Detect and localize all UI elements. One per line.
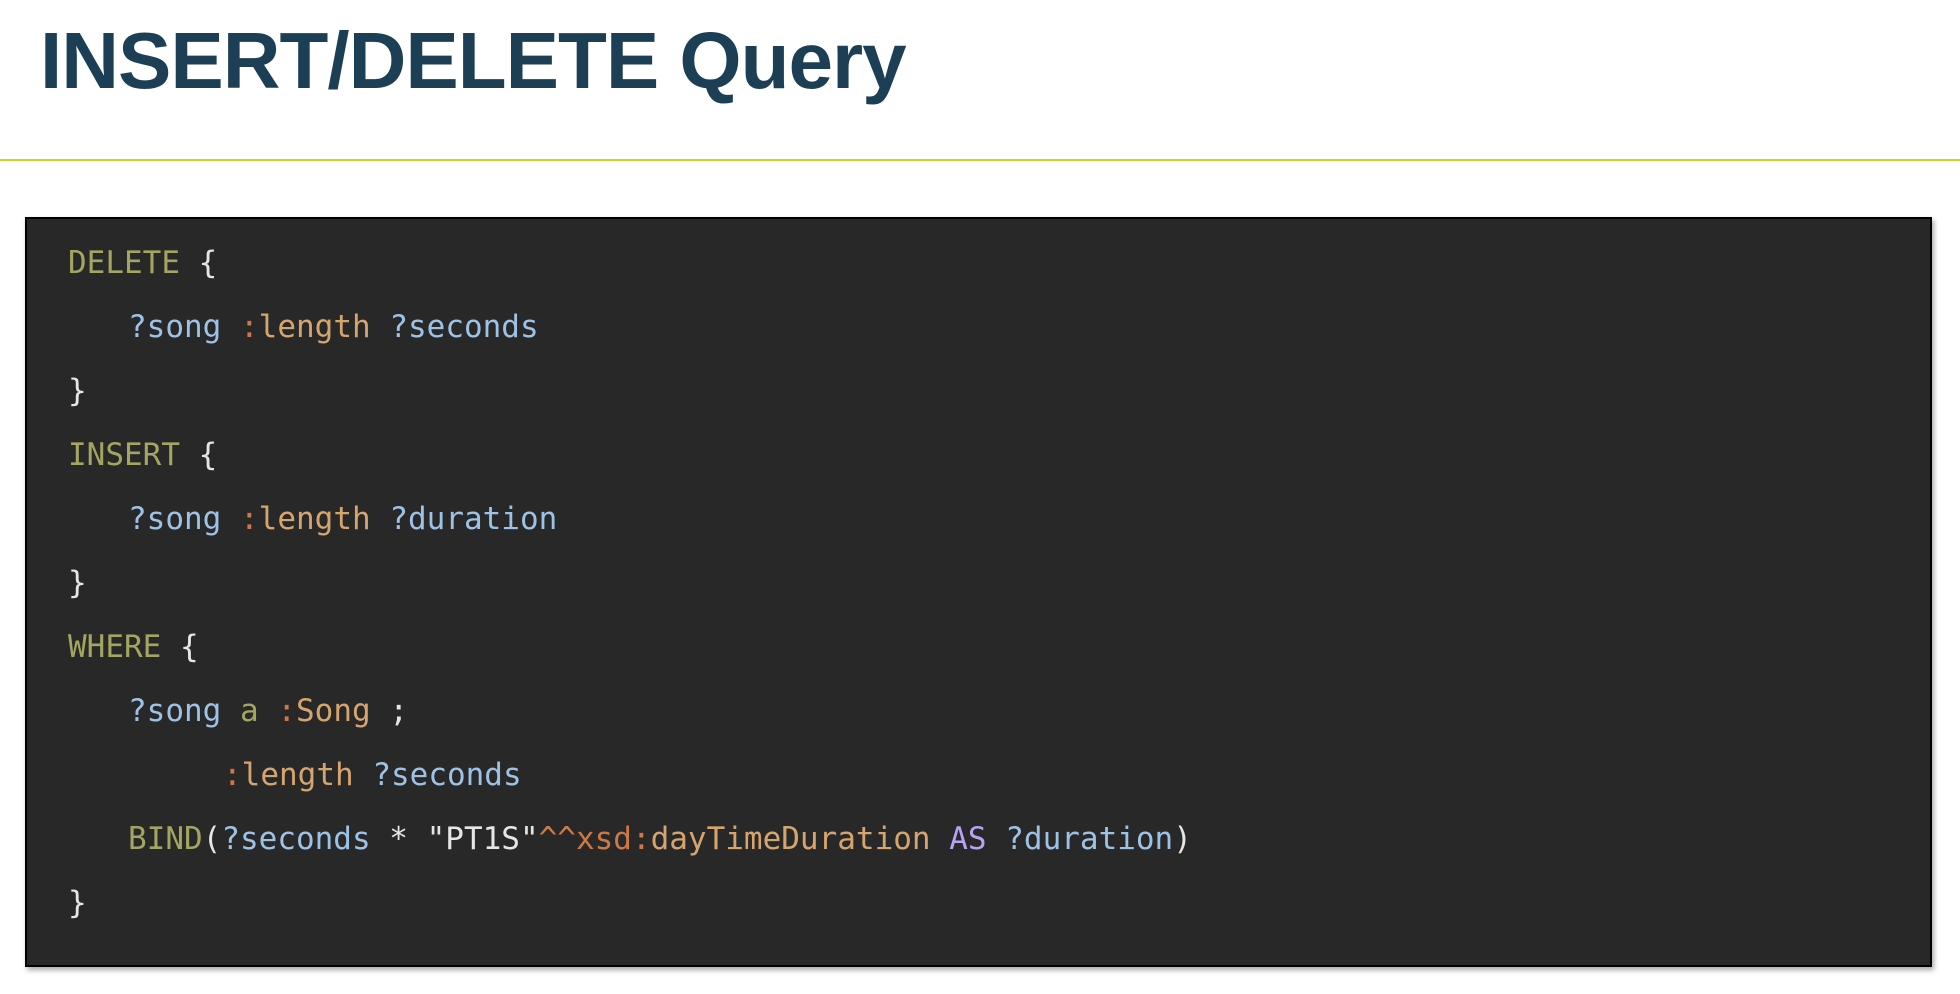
code-token: ?song <box>128 309 222 345</box>
code-line: } <box>27 871 1930 935</box>
code-token: : <box>223 757 242 793</box>
code-token: "PT1S" <box>426 821 539 857</box>
code-token: } <box>68 885 87 921</box>
code-token: ?seconds <box>389 309 539 345</box>
code-token: : <box>277 693 297 729</box>
code-token: DELETE <box>68 245 180 281</box>
code-token: length <box>258 501 371 537</box>
code-line: BIND(?seconds * "PT1S"^^xsd:dayTimeDurat… <box>27 807 1930 871</box>
code-token: length <box>241 757 354 793</box>
code-token: ) <box>1173 821 1192 857</box>
code-line: } <box>27 551 1930 615</box>
code-token: ?duration <box>1005 821 1174 857</box>
code-token: { <box>198 245 218 281</box>
slide-title: INSERT/DELETE Query <box>40 16 907 105</box>
code-token: : <box>240 501 259 537</box>
code-token: ?seconds <box>372 757 522 793</box>
code-token: ; <box>370 693 408 729</box>
code-token: length <box>258 309 371 345</box>
code-token: } <box>68 373 87 409</box>
code-token: * <box>370 821 427 857</box>
code-line: } <box>27 359 1930 423</box>
code-token: dayTimeDuration <box>650 821 931 857</box>
code-token: { <box>198 437 218 473</box>
code-line: INSERT { <box>27 423 1930 487</box>
title-divider <box>0 159 1960 161</box>
code-token: AS <box>949 821 987 857</box>
code-token: ?song <box>128 693 222 729</box>
code-token: : <box>240 309 259 345</box>
code-line: ?song :length ?duration <box>27 487 1930 551</box>
code-block: DELETE {?song :length ?seconds} INSERT {?… <box>25 217 1932 967</box>
code-token: ^^xsd: <box>538 821 651 857</box>
code-line: ?song :length ?seconds <box>27 295 1930 359</box>
code-token: } <box>68 565 87 601</box>
code-token: { <box>180 629 199 665</box>
code-line: DELETE { <box>27 231 1930 295</box>
code-line: WHERE { <box>27 615 1930 679</box>
code-line: :length ?seconds <box>27 743 1930 807</box>
code-token: ?seconds <box>221 821 371 857</box>
code-line: ?song a :Song ; <box>27 679 1930 743</box>
code-token: a <box>240 693 259 729</box>
code-token: ( <box>202 821 222 857</box>
code-token: Song <box>296 693 371 729</box>
code-token: INSERT <box>68 437 180 473</box>
code-token: ?duration <box>389 501 558 537</box>
code-token: BIND <box>128 821 203 857</box>
code-token: ?song <box>128 501 222 537</box>
code-token: WHERE <box>68 629 162 665</box>
